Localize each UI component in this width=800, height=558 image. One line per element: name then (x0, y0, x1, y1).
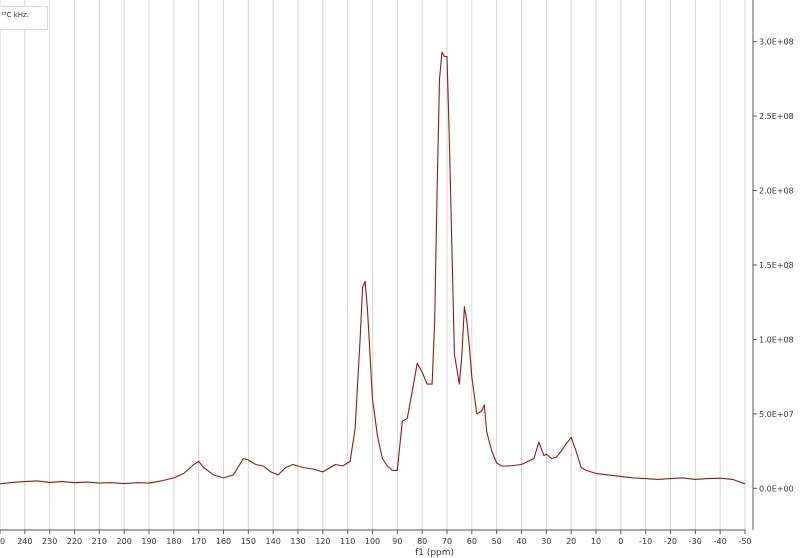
y-tick-label: 3.0E+08 (759, 38, 794, 47)
legend-text: ¹³C kHz. (1, 11, 29, 19)
legend-box: ¹³C kHz. (0, 6, 48, 30)
x-axis-title: f1 (ppm) (415, 548, 454, 558)
x-tick-label: 30 (541, 537, 551, 546)
y-tick-label: 2.0E+08 (759, 187, 794, 196)
x-tick-label: 80 (417, 537, 427, 546)
nmr-spectrum-chart: 5024023022021020019018017016015014013012… (0, 0, 800, 558)
y-tick-label: 1.0E+08 (759, 335, 794, 344)
x-tick-label: 0 (618, 537, 623, 546)
x-tick-label: 230 (42, 537, 57, 546)
x-tick-label: 190 (141, 537, 156, 546)
x-tick-label: 50 (0, 537, 5, 546)
x-tick-label: 20 (566, 537, 576, 546)
x-tick-label: 10 (591, 537, 601, 546)
x-tick-label: 120 (315, 537, 330, 546)
x-tick-label: 150 (241, 537, 256, 546)
plot-background (0, 0, 800, 558)
x-tick-label: 130 (290, 537, 305, 546)
x-tick-label: 110 (340, 537, 355, 546)
x-tick-label: 100 (365, 537, 380, 546)
x-tick-label: 160 (216, 537, 231, 546)
y-tick-label: 2.5E+08 (759, 112, 794, 121)
x-tick-label: 170 (191, 537, 206, 546)
x-tick-label: 70 (442, 537, 452, 546)
x-tick-label: 90 (392, 537, 402, 546)
x-tick-label: 40 (516, 537, 526, 546)
x-tick-label: 220 (67, 537, 82, 546)
y-tick-label: 1.5E+08 (759, 261, 794, 270)
x-tick-label: 60 (467, 537, 477, 546)
y-tick-label: 5.0E+07 (759, 410, 794, 419)
y-tick-label: 0.0E+00 (759, 484, 794, 493)
x-tick-label: -20 (664, 537, 677, 546)
x-tick-label: -10 (639, 537, 652, 546)
x-tick-label: 140 (266, 537, 281, 546)
x-tick-label: -50 (738, 537, 751, 546)
x-tick-label: 240 (17, 537, 32, 546)
x-tick-label: 180 (166, 537, 181, 546)
x-tick-label: -40 (714, 537, 727, 546)
x-tick-label: 210 (92, 537, 107, 546)
x-tick-label: -30 (689, 537, 702, 546)
x-tick-label: 200 (117, 537, 132, 546)
x-tick-label: 50 (492, 537, 502, 546)
